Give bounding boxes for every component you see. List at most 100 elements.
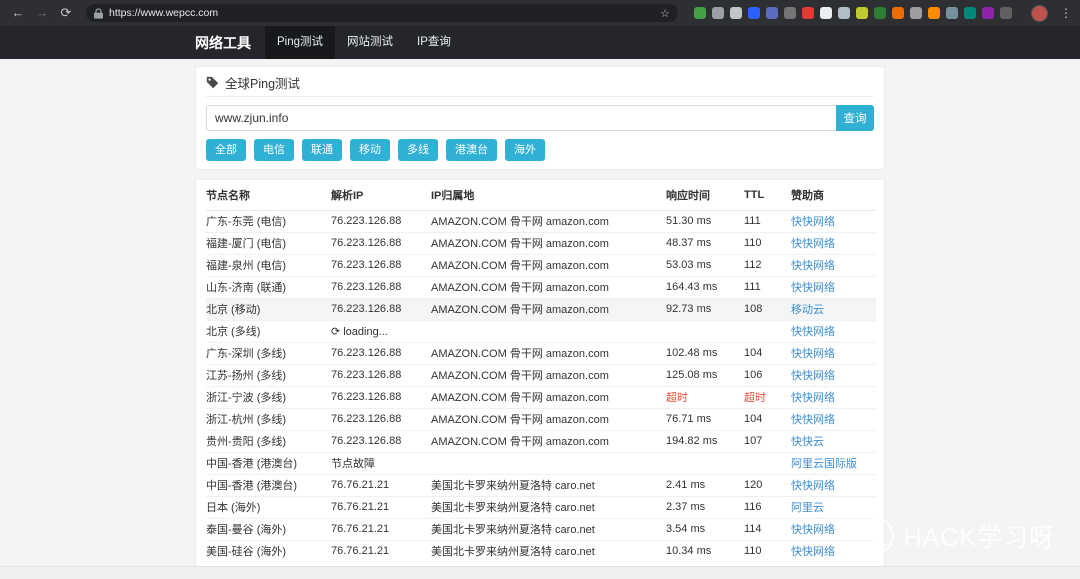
sponsor-link[interactable]: 快快网络: [791, 414, 835, 426]
browser-menu-icon[interactable]: ⋮: [1060, 6, 1072, 20]
filter-button-电信[interactable]: 电信: [254, 139, 294, 161]
host-input[interactable]: [206, 105, 836, 131]
sponsor-cell: 快快网络: [791, 210, 876, 232]
ip-location-cell: 美国北卡罗来纳州夏洛特 caro.net: [431, 496, 666, 518]
filter-button-海外[interactable]: 海外: [505, 139, 545, 161]
response-time-cell: 超时: [666, 386, 744, 408]
extension-icon[interactable]: [892, 7, 904, 19]
sponsor-link[interactable]: 快快网络: [791, 238, 835, 250]
nav-tab-IP查询[interactable]: IP查询: [405, 26, 463, 59]
node-name-cell: 美国-硅谷 (海外): [206, 540, 331, 562]
sponsor-link[interactable]: 快快网络: [791, 348, 835, 360]
table-row: 福建-泉州 (电信)76.223.126.88AMAZON.COM 骨干网 am…: [206, 254, 876, 276]
sponsor-link[interactable]: 快快网络: [791, 282, 835, 294]
loading-spinner-icon: ⟳: [331, 325, 340, 338]
table-row: 中国-香港 (港澳台)76.76.21.21美国北卡罗来纳州夏洛特 caro.n…: [206, 474, 876, 496]
table-row: 江苏-扬州 (多线)76.223.126.88AMAZON.COM 骨干网 am…: [206, 364, 876, 386]
filter-button-联通[interactable]: 联通: [302, 139, 342, 161]
sponsor-link[interactable]: 快快网络: [791, 392, 835, 404]
resolved-ip-cell: ⟳loading...: [331, 320, 431, 342]
sponsor-link[interactable]: 快快网络: [791, 480, 835, 492]
extension-icon[interactable]: [946, 7, 958, 19]
ip-location-cell: [431, 320, 666, 342]
query-button[interactable]: 查询: [836, 105, 874, 131]
bookmark-star-icon[interactable]: ☆: [660, 7, 670, 20]
filter-button-全部[interactable]: 全部: [206, 139, 246, 161]
extension-icon[interactable]: [694, 7, 706, 19]
sponsor-link[interactable]: 快快网络: [791, 326, 835, 338]
response-time-cell: 10.34 ms: [666, 540, 744, 562]
sponsor-link[interactable]: 阿里云: [791, 502, 824, 514]
nav-tab-网站测试[interactable]: 网站测试: [335, 26, 405, 59]
resolved-ip-cell: 76.223.126.88: [331, 254, 431, 276]
response-time-cell: 194.82 ms: [666, 430, 744, 452]
response-time-cell: 92.73 ms: [666, 298, 744, 320]
sponsor-cell: 快快网络: [791, 474, 876, 496]
response-time-cell: 164.43 ms: [666, 276, 744, 298]
table-row: 北京 (多线)⟳loading...快快网络: [206, 320, 876, 342]
filter-button-移动[interactable]: 移动: [350, 139, 390, 161]
lock-icon: [94, 8, 103, 19]
response-time-cell: 48.37 ms: [666, 232, 744, 254]
table-row: 广东-深圳 (多线)76.223.126.88AMAZON.COM 骨干网 am…: [206, 342, 876, 364]
table-row: 浙江-杭州 (多线)76.223.126.88AMAZON.COM 骨干网 am…: [206, 408, 876, 430]
sponsor-link[interactable]: 移动云: [791, 304, 824, 316]
reload-icon[interactable]: ⟳: [56, 0, 76, 26]
profile-avatar[interactable]: [1031, 5, 1048, 22]
ttl-cell: 110: [744, 232, 791, 254]
table-row: 贵州-贵阳 (多线)76.223.126.88AMAZON.COM 骨干网 am…: [206, 430, 876, 452]
extension-icon[interactable]: [1000, 7, 1012, 19]
sponsor-link[interactable]: 阿里云国际版: [791, 458, 857, 470]
nav-tab-Ping测试[interactable]: Ping测试: [265, 26, 335, 59]
extension-icon[interactable]: [856, 7, 868, 19]
resolved-ip-cell: 76.223.126.88: [331, 386, 431, 408]
resolved-ip-cell: 76.223.126.88: [331, 232, 431, 254]
filter-button-港澳台[interactable]: 港澳台: [446, 139, 497, 161]
sponsor-link[interactable]: 快快网络: [791, 260, 835, 272]
address-bar[interactable]: https://www.wepcc.com ☆: [86, 4, 678, 22]
ip-location-cell: AMAZON.COM 骨干网 amazon.com: [431, 364, 666, 386]
extension-icon[interactable]: [910, 7, 922, 19]
node-name-cell: 广东-深圳 (多线): [206, 342, 331, 364]
result-panel: 节点名称解析IPIP归属地响应时间TTL赞助商 广东-东莞 (电信)76.223…: [195, 179, 885, 569]
watermark: HACK学习呀: [857, 517, 1055, 555]
extension-icon[interactable]: [874, 7, 886, 19]
extension-icon[interactable]: [712, 7, 724, 19]
sponsor-link[interactable]: 快快云: [791, 436, 824, 448]
resolved-ip-cell: 76.76.21.21: [331, 496, 431, 518]
sponsor-link[interactable]: 快快网络: [791, 524, 835, 536]
extension-icon[interactable]: [928, 7, 940, 19]
resolved-ip-cell: 76.76.21.21: [331, 540, 431, 562]
ip-location-cell: AMAZON.COM 骨干网 amazon.com: [431, 254, 666, 276]
site-brand[interactable]: 网络工具: [195, 33, 251, 53]
resolved-ip-cell: 节点故障: [331, 452, 431, 474]
back-icon[interactable]: ←: [8, 0, 28, 26]
extension-icon[interactable]: [730, 7, 742, 19]
sponsor-link[interactable]: 快快网络: [791, 370, 835, 382]
extension-icon[interactable]: [784, 7, 796, 19]
resolved-ip-cell: 76.76.21.21: [331, 474, 431, 496]
response-time-cell: 102.48 ms: [666, 342, 744, 364]
footer-divider: [0, 566, 1080, 579]
sponsor-link[interactable]: 快快网络: [791, 216, 835, 228]
sponsor-link[interactable]: 快快网络: [791, 546, 835, 558]
column-header: 赞助商: [791, 180, 876, 210]
ip-location-cell: AMAZON.COM 骨干网 amazon.com: [431, 342, 666, 364]
table-body: 广东-东莞 (电信)76.223.126.88AMAZON.COM 骨干网 am…: [206, 210, 876, 562]
extension-icon[interactable]: [820, 7, 832, 19]
extension-icon[interactable]: [802, 7, 814, 19]
extension-icon[interactable]: [766, 7, 778, 19]
sponsor-cell: 快快网络: [791, 320, 876, 342]
node-name-cell: 贵州-贵阳 (多线): [206, 430, 331, 452]
extension-icon[interactable]: [982, 7, 994, 19]
extension-icon[interactable]: [964, 7, 976, 19]
extension-icon[interactable]: [838, 7, 850, 19]
column-header: 响应时间: [666, 180, 744, 210]
response-time-cell: [666, 452, 744, 474]
resolved-ip-cell: 76.223.126.88: [331, 342, 431, 364]
filter-button-多线[interactable]: 多线: [398, 139, 438, 161]
extension-icon[interactable]: [748, 7, 760, 19]
table-row: 泰国-曼谷 (海外)76.76.21.21美国北卡罗来纳州夏洛特 caro.ne…: [206, 518, 876, 540]
forward-icon[interactable]: →: [32, 0, 52, 26]
column-header: 节点名称: [206, 180, 331, 210]
